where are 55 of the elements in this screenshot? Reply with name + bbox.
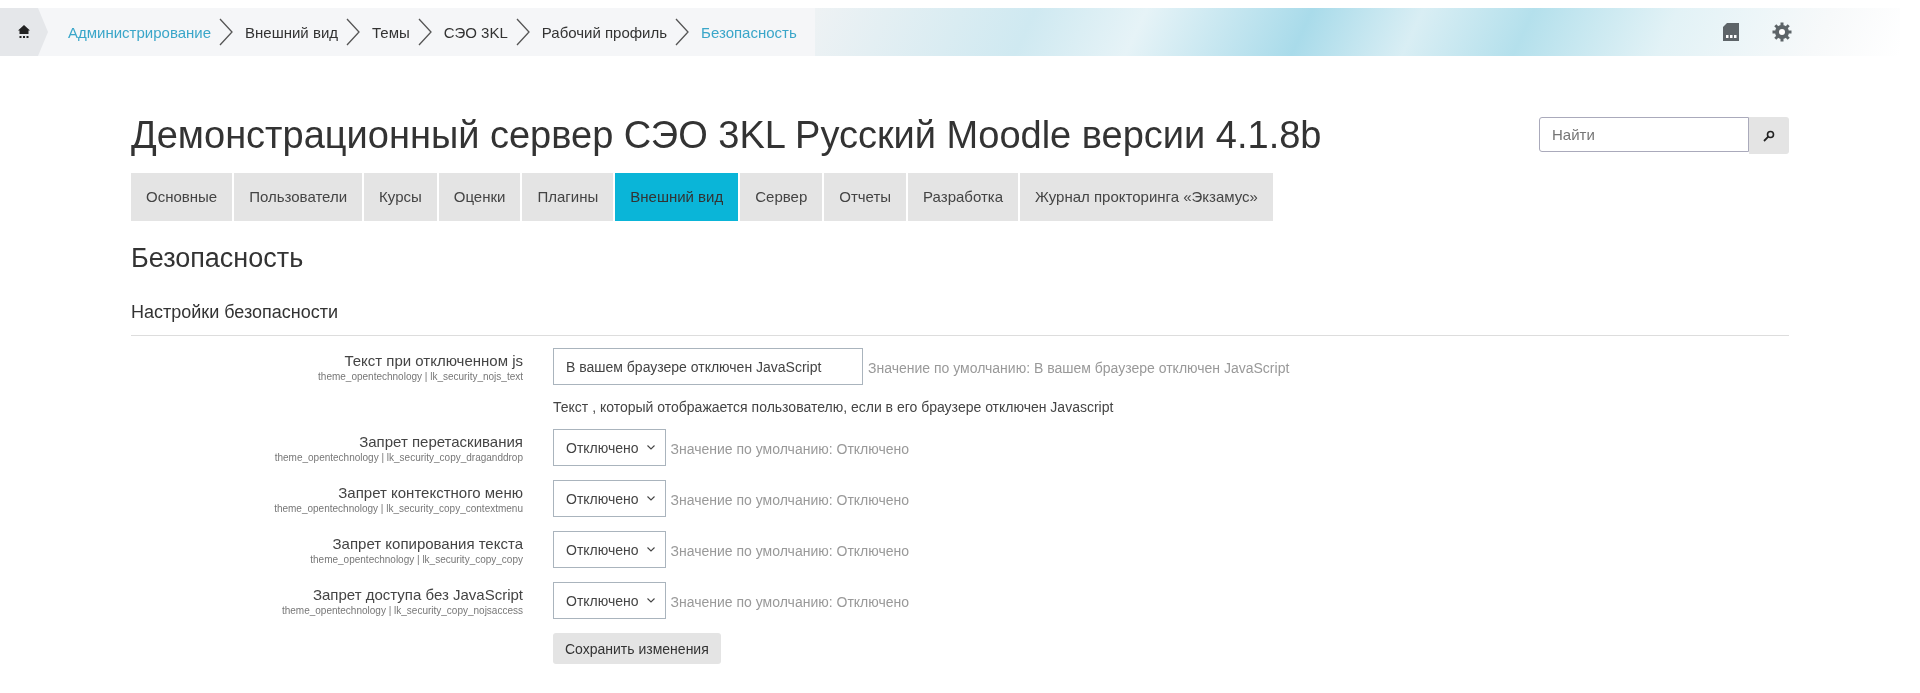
nav-tab[interactable]: Курсы: [364, 173, 437, 221]
settings-icon[interactable]: [1772, 22, 1792, 42]
chevron-icon: [675, 18, 690, 46]
nav-tab[interactable]: Оценки: [438, 173, 521, 221]
nav-tab[interactable]: Отчеты: [824, 173, 907, 221]
setting-label: Текст при отключенном js: [343, 352, 523, 369]
dropdown[interactable]: Отключено: [553, 480, 666, 517]
caret-icon: [646, 547, 655, 552]
setting-key: theme_opentechnology | lk_security_nojs_text: [131, 371, 523, 382]
default-value: Значение по умолчанию: В вашем браузере отключен JavaScript: [868, 359, 1290, 376]
setting-label: Запрет доступа без JavaScript: [311, 586, 523, 603]
chevron-icon: [346, 18, 361, 46]
breadcrumb-link[interactable]: Внешний вид: [245, 23, 339, 41]
search-field[interactable]: Найти: [1539, 117, 1749, 152]
sd-card-icon[interactable]: [1722, 22, 1740, 42]
nav-tab[interactable]: Сервер: [740, 173, 823, 221]
setting-description: Текст , который отображается пользователю, если в его браузере отключен Javascript: [553, 399, 1115, 415]
save-button[interactable]: Сохранить изменения: [553, 633, 721, 664]
dropdown[interactable]: Отключено: [553, 429, 666, 466]
text-field[interactable]: В вашем браузере отключен JavaScript: [553, 348, 863, 385]
site-title: Демонстрационный сервер СЭО 3KL Русский Moodle версии 4.1.8b: [131, 114, 1322, 157]
home-button[interactable]: [0, 8, 48, 56]
nav-tab[interactable]: Пользователи: [234, 173, 363, 221]
home-icon: [17, 24, 31, 40]
breadcrumb-link[interactable]: Темы: [372, 23, 410, 41]
caret-icon: [646, 598, 655, 603]
default-value: Значение по умолчанию: Отключено: [670, 542, 910, 559]
page-heading: Безопасность: [131, 243, 305, 274]
nav-tab[interactable]: Основные: [131, 173, 233, 221]
default-value: Значение по умолчанию: Отключено: [670, 491, 910, 508]
chevron-icon: [219, 18, 234, 46]
section-heading: Настройки безопасности: [131, 302, 1789, 336]
nav-tab[interactable]: Внешний вид: [615, 173, 739, 221]
default-value: Значение по умолчанию: Отключено: [670, 440, 910, 457]
breadcrumb-link[interactable]: СЭО 3KL: [443, 23, 508, 41]
chevron-icon: [417, 18, 432, 46]
nav-tab[interactable]: Плагины: [522, 173, 614, 221]
default-value: Значение по умолчанию: Отключено: [670, 593, 910, 610]
caret-icon: [646, 445, 655, 450]
search-icon: [1763, 129, 1775, 142]
nav-tab[interactable]: Разработка: [908, 173, 1019, 221]
chevron-icon: [515, 18, 530, 46]
setting-key: theme_opentechnology | lk_security_copy_draganddrop: [131, 452, 523, 463]
search-button[interactable]: [1749, 117, 1789, 154]
setting-key: theme_opentechnology | lk_security_copy_nojsaccess: [131, 605, 523, 616]
dropdown[interactable]: Отключено: [553, 531, 666, 568]
setting-key: theme_opentechnology | lk_security_copy_copy: [131, 554, 523, 565]
caret-icon: [646, 496, 655, 501]
breadcrumb-link[interactable]: Рабочий профиль: [541, 23, 668, 41]
setting-label: Запрет перетаскивания: [358, 433, 523, 450]
nav-tab[interactable]: Журнал прокторинга «Экзамус»: [1020, 173, 1273, 221]
setting-key: theme_opentechnology | lk_security_copy_contextmenu: [131, 503, 523, 514]
dropdown[interactable]: Отключено: [553, 582, 666, 619]
setting-label: Запрет копирования текста: [331, 535, 523, 552]
setting-label: Запрет контекстного меню: [337, 484, 523, 501]
